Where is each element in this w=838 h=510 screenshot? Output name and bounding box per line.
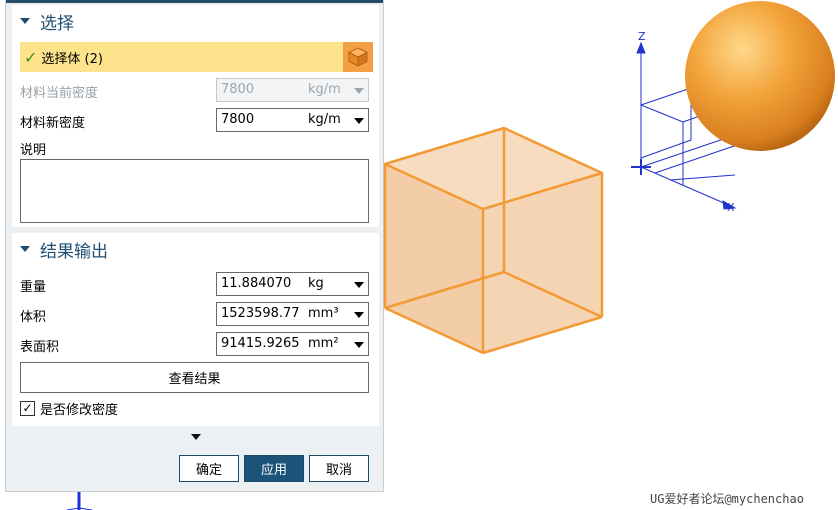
weight-unit[interactable]: kg <box>308 276 348 291</box>
description-textarea[interactable] <box>20 159 369 223</box>
chevron-down-icon[interactable] <box>354 282 364 288</box>
modify-density-label: 是否修改密度 <box>40 402 119 418</box>
current-density-unit: kg/m <box>308 82 341 97</box>
mass-properties-dialog: 选择 ✓ 选择体 (2) 材料当前密度 7800 kg/m 材料新密度 7800… <box>5 0 384 492</box>
checkmark-icon: ✓ <box>24 47 38 67</box>
axis-x-label: X <box>727 201 735 214</box>
weight-field[interactable]: 11.884070 kg <box>216 272 369 296</box>
collapse-triangle-icon <box>20 246 30 252</box>
current-density-field: 7800 kg/m <box>216 78 369 102</box>
current-density-row: 材料当前密度 7800 kg/m <box>20 78 373 102</box>
modify-density-checkbox[interactable]: ✓ <box>20 400 35 416</box>
new-density-label: 材料新密度 <box>20 116 86 131</box>
weight-value[interactable]: 11.884070 <box>221 276 306 291</box>
select-body-label: 选择体 (2) <box>41 51 103 67</box>
result-group-header[interactable]: 结果输出 <box>20 239 108 262</box>
modify-density-row[interactable]: ✓ 是否修改密度 <box>20 399 119 418</box>
result-group-title: 结果输出 <box>40 241 108 262</box>
chevron-down-icon[interactable] <box>354 118 364 124</box>
cube-body[interactable] <box>380 125 610 365</box>
ok-button[interactable]: 确定 <box>179 455 239 482</box>
area-label: 表面积 <box>20 340 60 355</box>
chevron-down-icon <box>354 88 364 94</box>
collapse-triangle-icon <box>20 18 30 24</box>
area-row: 表面积 91415.9265 mm² <box>20 332 373 356</box>
select-group: 选择 ✓ 选择体 (2) 材料当前密度 7800 kg/m 材料新密度 7800… <box>12 5 379 227</box>
result-group: 结果输出 重量 11.884070 kg 体积 1523598.77 mm³ 表… <box>12 233 379 426</box>
current-density-label: 材料当前密度 <box>20 86 99 101</box>
volume-unit[interactable]: mm³ <box>308 306 348 321</box>
volume-row: 体积 1523598.77 mm³ <box>20 302 373 326</box>
chevron-down-icon[interactable] <box>354 312 364 318</box>
sphere-body[interactable] <box>682 0 838 160</box>
area-value[interactable]: 91415.9265 <box>221 336 306 351</box>
new-density-row: 材料新密度 7800 kg/m <box>20 108 373 132</box>
volume-label: 体积 <box>20 310 47 325</box>
area-field[interactable]: 91415.9265 mm² <box>216 332 369 356</box>
description-label: 说明 <box>20 143 47 158</box>
new-density-unit[interactable]: kg/m <box>308 112 348 127</box>
volume-field[interactable]: 1523598.77 mm³ <box>216 302 369 326</box>
new-density-field[interactable]: 7800 kg/m <box>216 108 369 132</box>
current-density-value: 7800 <box>221 82 255 97</box>
volume-value[interactable]: 1523598.77 <box>221 306 306 321</box>
chevron-down-icon[interactable] <box>354 342 364 348</box>
select-body-row[interactable]: ✓ 选择体 (2) <box>20 42 373 72</box>
view-result-button[interactable]: 查看结果 <box>20 362 369 393</box>
watermark-text: UG爱好者论坛@mychenchao <box>650 492 804 506</box>
select-group-title: 选择 <box>40 13 74 34</box>
weight-row: 重量 11.884070 kg <box>20 272 373 296</box>
dialog-top-bar <box>6 0 383 3</box>
new-density-value[interactable]: 7800 <box>221 112 306 127</box>
cancel-button[interactable]: 取消 <box>309 455 369 482</box>
area-unit[interactable]: mm² <box>308 336 348 351</box>
expand-triangle-icon <box>190 434 201 440</box>
select-group-header[interactable]: 选择 <box>20 11 74 34</box>
apply-button[interactable]: 应用 <box>244 455 304 482</box>
select-body-button[interactable] <box>343 42 373 72</box>
more-options-toggle[interactable] <box>12 429 379 445</box>
axis-z-label: Z <box>638 30 646 43</box>
solid-body-icon <box>347 47 369 67</box>
weight-label: 重量 <box>20 280 47 295</box>
axis-stub <box>66 492 93 510</box>
